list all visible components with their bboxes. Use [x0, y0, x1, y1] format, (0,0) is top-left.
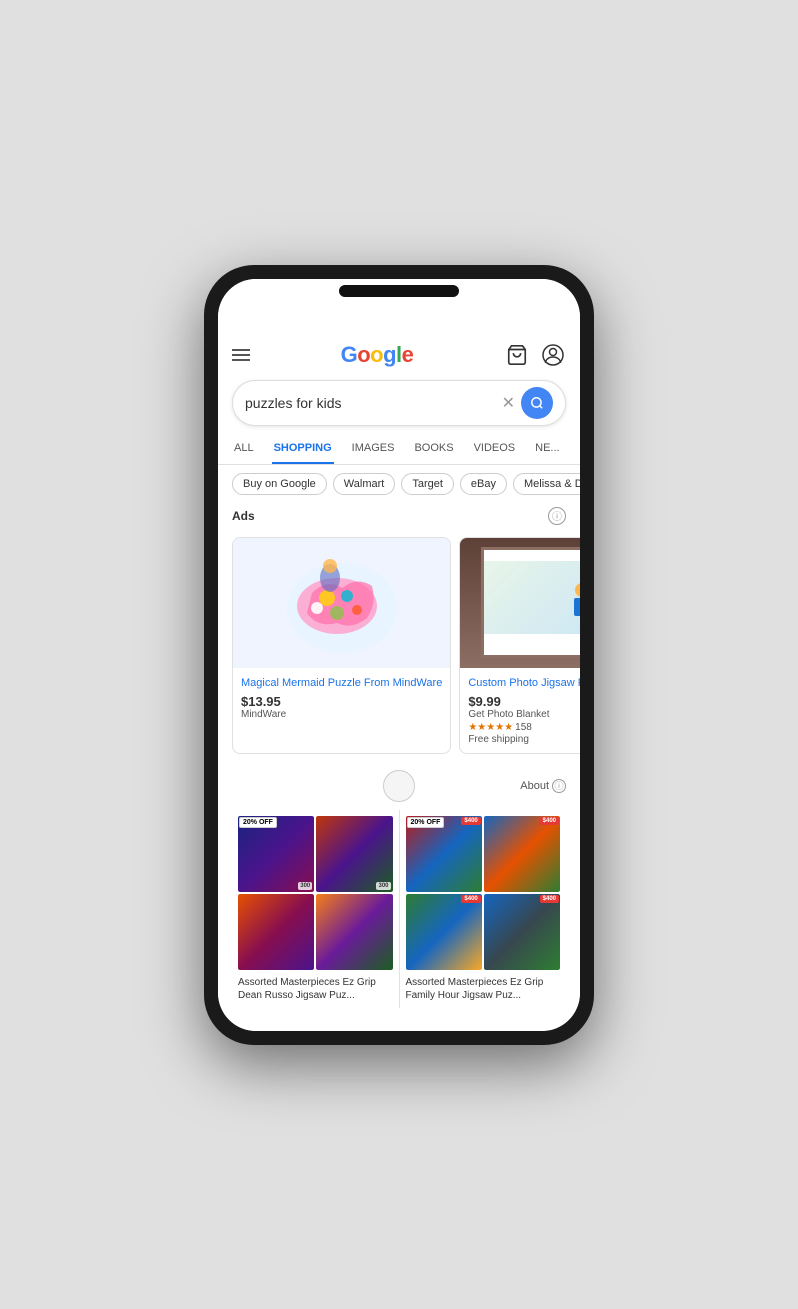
grid-thumb-family-3: $400 — [406, 894, 482, 970]
grid-thumb-family-1: 20% OFF $400 — [406, 816, 482, 892]
search-bar[interactable]: ✕ — [232, 380, 566, 426]
header-icons — [504, 342, 566, 368]
grid-thumb-dog-2: 300 — [316, 816, 392, 892]
search-button[interactable] — [521, 387, 553, 419]
grid-card-family[interactable]: 20% OFF $400 $400 $400 — [400, 810, 567, 1009]
product-seller-custom: Get Photo Blanket — [468, 709, 580, 720]
product-image-mermaid — [233, 538, 450, 668]
price-400-2: $400 — [540, 817, 559, 825]
grid-images-family: 20% OFF $400 $400 $400 — [406, 816, 561, 971]
filter-chips: Buy on Google Walmart Target eBay Meliss… — [218, 465, 580, 503]
tab-more[interactable]: NE... — [533, 434, 561, 464]
badge-20off-1: 20% OFF — [239, 817, 277, 828]
badge-20off-2: 20% OFF — [407, 817, 445, 828]
grid-thumb-dog-4 — [316, 894, 392, 970]
product-card-custom[interactable]: 1000 PIECES — [459, 537, 580, 754]
product-shipping-custom: Free shipping — [468, 734, 580, 745]
product-image-custom: 1000 PIECES — [460, 538, 580, 668]
ads-info-icon[interactable]: ⓘ — [548, 507, 566, 525]
product-info-custom: Custom Photo Jigsaw Puzzle Pet Best Gift… — [460, 668, 580, 753]
account-icon[interactable] — [540, 342, 566, 368]
grid-thumb-dog-3 — [238, 894, 314, 970]
ads-label: Ads — [232, 509, 255, 523]
header: Google — [218, 334, 580, 376]
google-logo: Google — [341, 342, 414, 368]
hamburger-menu[interactable] — [232, 349, 250, 361]
grid-images-dog: 20% OFF 300 300 — [238, 816, 393, 971]
grid-title-dog: Assorted Masterpieces Ez Grip Dean Russo… — [238, 976, 393, 1002]
about-info-icon: ⓘ — [552, 779, 566, 793]
chip-buy-on-google[interactable]: Buy on Google — [232, 473, 327, 495]
page-dot — [383, 770, 415, 802]
piece-count-300-1: 300 — [298, 882, 312, 890]
phone-notch — [339, 285, 459, 297]
tab-images[interactable]: IMAGES — [350, 434, 397, 464]
search-clear-button[interactable]: ✕ — [502, 393, 515, 413]
product-price-mermaid: $13.95 — [241, 694, 442, 709]
product-title-mermaid: Magical Mermaid Puzzle From MindWare — [241, 676, 442, 690]
grid-thumb-family-4: $400 — [484, 894, 560, 970]
chip-walmart[interactable]: Walmart — [333, 473, 396, 495]
grid-title-family: Assorted Masterpieces Ez Grip Family Hou… — [406, 976, 561, 1002]
about-label: About — [520, 780, 549, 792]
tab-shopping[interactable]: SHOPPING — [272, 434, 334, 464]
search-input[interactable] — [245, 395, 502, 411]
tab-books[interactable]: BOOKS — [412, 434, 455, 464]
chip-target[interactable]: Target — [401, 473, 454, 495]
phone-screen: Google — [218, 279, 580, 1031]
ads-header: Ads ⓘ — [218, 503, 580, 529]
products-carousel: Magical Mermaid Puzzle From MindWare $13… — [218, 529, 580, 762]
phone-frame: Google — [204, 265, 594, 1045]
price-400-3: $400 — [461, 895, 480, 903]
about-link[interactable]: About ⓘ — [520, 779, 566, 793]
chip-melissa[interactable]: Melissa & Dou... — [513, 473, 580, 495]
pagination-area: About ⓘ — [218, 762, 580, 810]
review-count: 158 — [515, 722, 532, 733]
cart-icon[interactable] — [504, 342, 530, 368]
grid-card-dog[interactable]: 20% OFF 300 300 — [232, 810, 399, 1009]
screen-content: Google — [218, 279, 580, 1031]
price-400-4: $400 — [540, 895, 559, 903]
tab-videos[interactable]: VIDEOS — [472, 434, 518, 464]
product-info-mermaid: Magical Mermaid Puzzle From MindWare $13… — [233, 668, 450, 728]
price-400-1: $400 — [461, 817, 480, 825]
product-title-custom: Custom Photo Jigsaw Puzzle Pet Best Gift… — [468, 676, 580, 690]
product-price-custom: $9.99 — [468, 694, 580, 709]
grid-thumb-dog-1: 20% OFF 300 — [238, 816, 314, 892]
grid-thumb-family-2: $400 — [484, 816, 560, 892]
product-seller-mermaid: MindWare — [241, 709, 442, 720]
product-card-mermaid[interactable]: Magical Mermaid Puzzle From MindWare $13… — [232, 537, 451, 754]
product-rating-custom: ★★★★★ 158 — [468, 722, 580, 733]
product-grid: 20% OFF 300 300 — [232, 810, 566, 1009]
chip-ebay[interactable]: eBay — [460, 473, 507, 495]
tab-all[interactable]: ALL — [232, 434, 256, 464]
search-tabs: ALL SHOPPING IMAGES BOOKS VIDEOS NE... — [218, 434, 580, 465]
